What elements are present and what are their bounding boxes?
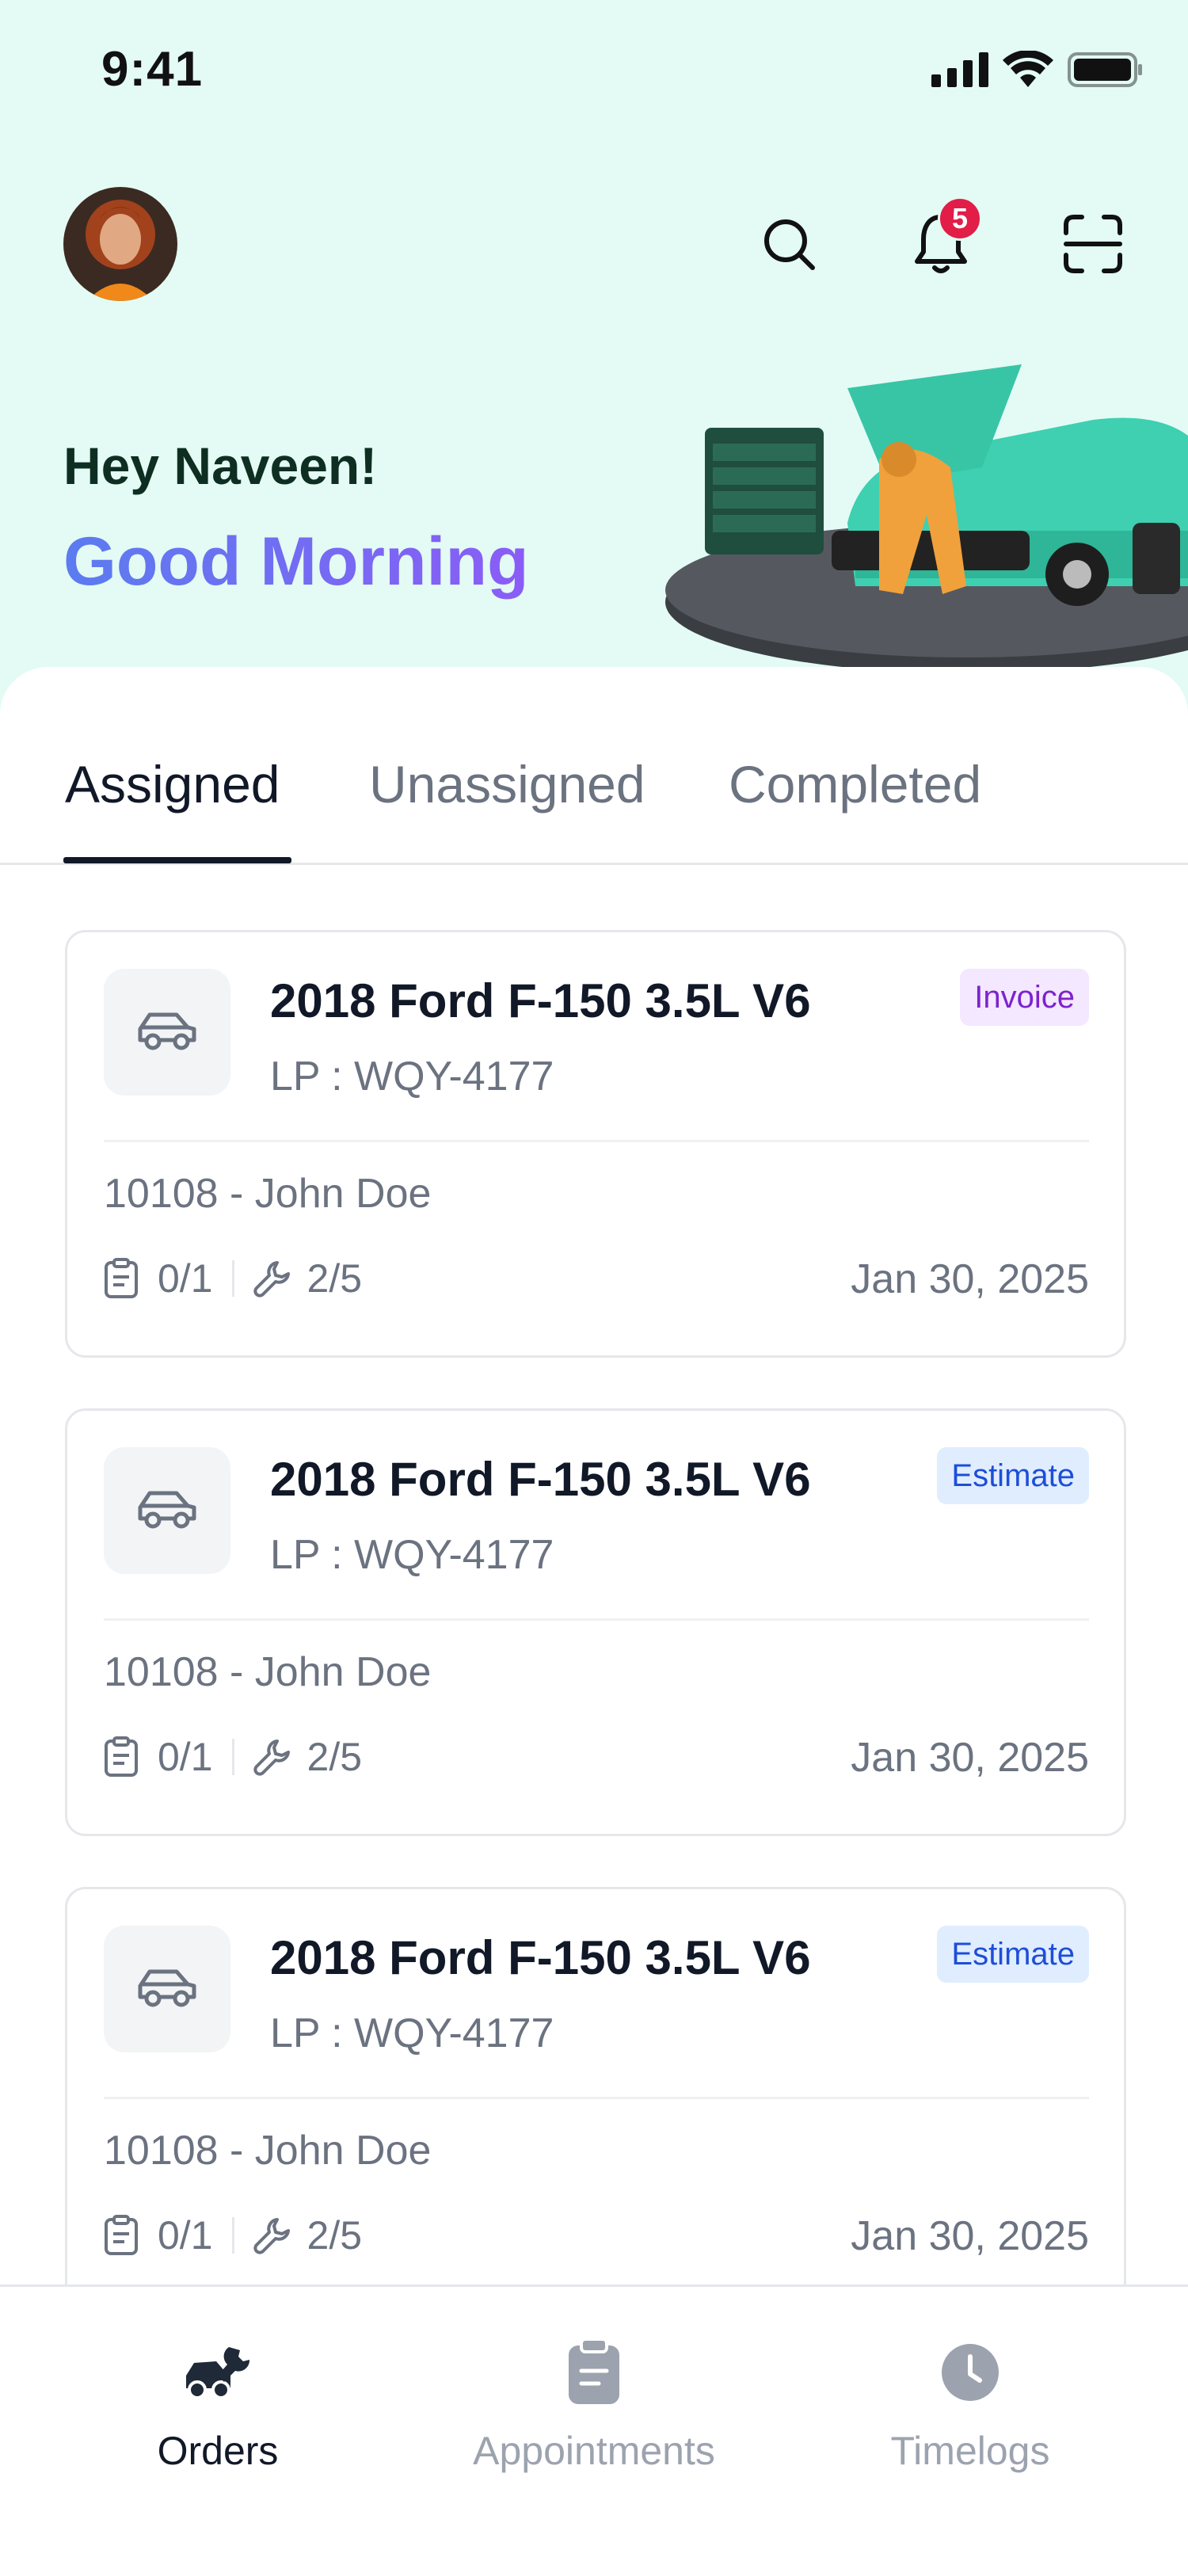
car-icon <box>138 1012 196 1050</box>
battery-icon <box>1068 52 1142 87</box>
nav-appointments-label: Appointments <box>473 2429 715 2473</box>
order-card[interactable]: 2018 Ford F-150 3.5L V6 LP : WQY-4177 Es… <box>65 1408 1126 1836</box>
vehicle-icon-box <box>104 1926 230 2052</box>
order-card[interactable]: 2018 Ford F-150 3.5L V6 LP : WQY-4177 Es… <box>65 1887 1126 2315</box>
order-meta: 0/1 2/5 <box>104 2212 362 2258</box>
checklist-count: 0/1 <box>158 1256 213 1301</box>
wrench-icon <box>253 1261 290 1298</box>
search-icon <box>764 219 815 270</box>
services-count: 2/5 <box>307 2213 363 2258</box>
order-card[interactable]: 2018 Ford F-150 3.5L V6 LP : WQY-4177 In… <box>65 930 1126 1358</box>
customer-info: 10108 - John Doe <box>104 2128 432 2174</box>
active-tab-indicator <box>63 857 291 863</box>
cellular-signal-icon <box>931 52 988 87</box>
greeting-text: Hey Naveen! <box>63 436 378 495</box>
tab-unassigned[interactable]: Unassigned <box>369 754 645 814</box>
nav-timelogs-label: Timelogs <box>890 2429 1050 2473</box>
clipboard-icon <box>105 2215 138 2255</box>
card-divider <box>104 1618 1089 1621</box>
vehicle-icon-box <box>104 1447 230 1574</box>
order-date: Jan 30, 2025 <box>851 2213 1089 2259</box>
status-badge: Invoice <box>960 969 1089 1026</box>
services-count: 2/5 <box>307 1256 363 1301</box>
vehicle-icon-box <box>104 969 230 1096</box>
clipboard-icon <box>105 1736 138 1777</box>
tab-completed[interactable]: Completed <box>729 754 981 814</box>
order-meta: 0/1 2/5 <box>104 1256 362 1301</box>
clipboard-icon <box>105 1258 138 1298</box>
vehicle-title: 2018 Ford F-150 3.5L V6 <box>270 1453 811 1506</box>
orders-icon <box>186 2347 250 2399</box>
wrench-icon <box>253 2218 290 2254</box>
vehicle-title: 2018 Ford F-150 3.5L V6 <box>270 974 811 1027</box>
scan-icon <box>1064 215 1122 273</box>
vehicle-title: 2018 Ford F-150 3.5L V6 <box>270 1931 811 1984</box>
card-divider <box>104 2097 1089 2099</box>
car-icon <box>138 1969 196 2007</box>
nav-orders-label: Orders <box>157 2429 279 2473</box>
status-badge: Estimate <box>937 1447 1089 1504</box>
status-badge: Estimate <box>937 1926 1089 1983</box>
notifications-button[interactable]: 5 <box>893 196 988 292</box>
checklist-count: 0/1 <box>158 2213 213 2258</box>
nav-appointments[interactable]: Appointments <box>428 2334 760 2474</box>
license-plate: LP : WQY-4177 <box>270 1054 554 1099</box>
wifi-icon <box>1003 51 1053 87</box>
status-bar: 9:41 <box>0 0 1188 143</box>
customer-info: 10108 - John Doe <box>104 1649 432 1695</box>
customer-info: 10108 - John Doe <box>104 1171 432 1217</box>
tab-assigned[interactable]: Assigned <box>65 754 280 814</box>
clock-icon <box>942 2344 999 2401</box>
status-icons <box>931 51 1144 89</box>
status-time: 9:41 <box>101 42 204 97</box>
nav-orders[interactable]: Orders <box>51 2334 384 2474</box>
order-tabs: Assigned Unassigned Completed <box>0 667 1188 865</box>
clipboard-icon <box>569 2339 619 2404</box>
services-count: 2/5 <box>307 1735 363 1779</box>
license-plate: LP : WQY-4177 <box>270 2010 554 2056</box>
wrench-icon <box>253 1740 290 1776</box>
license-plate: LP : WQY-4177 <box>270 1532 554 1578</box>
search-button[interactable] <box>741 196 836 292</box>
car-icon <box>138 1491 196 1529</box>
hero-section: 9:41 5 Hey Naveen! Good Morning <box>0 0 1188 713</box>
salutation-text: Good Morning <box>63 524 529 600</box>
bottom-navigation: Orders Appointments Timelogs <box>0 2284 1188 2576</box>
order-date: Jan 30, 2025 <box>851 1256 1089 1302</box>
checklist-count: 0/1 <box>158 1735 213 1779</box>
mechanic-illustration <box>665 364 1188 673</box>
card-divider <box>104 1140 1089 1142</box>
nav-timelogs[interactable]: Timelogs <box>804 2334 1137 2474</box>
avatar[interactable] <box>63 187 177 301</box>
order-date: Jan 30, 2025 <box>851 1735 1089 1781</box>
order-meta: 0/1 2/5 <box>104 1734 362 1780</box>
scan-button[interactable] <box>1045 196 1140 292</box>
notification-badge: 5 <box>938 196 982 241</box>
